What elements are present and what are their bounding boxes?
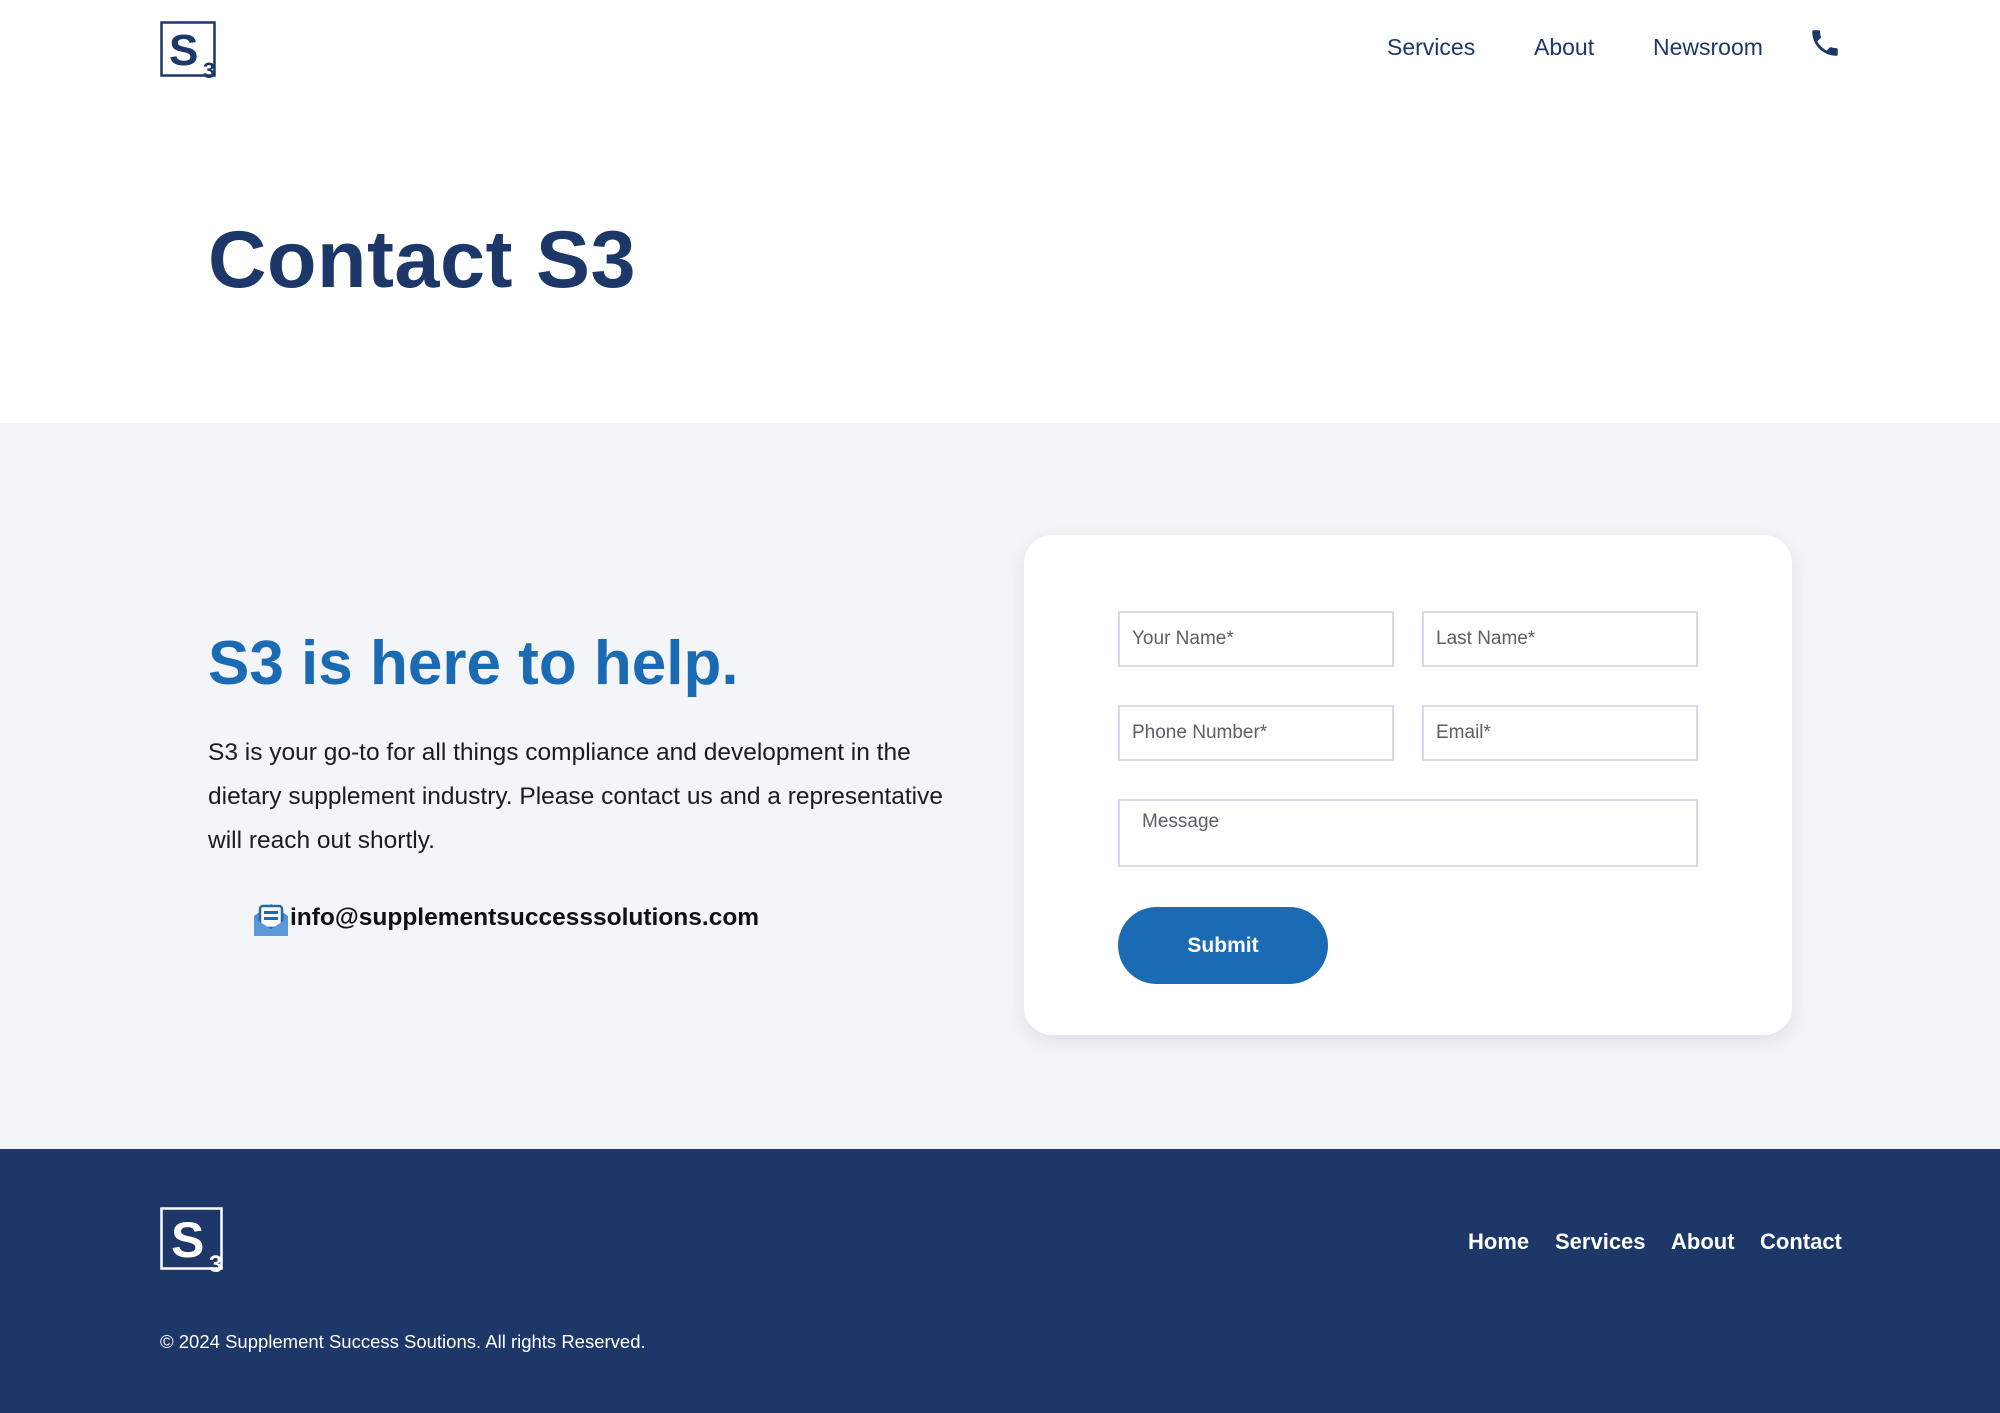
- message-textarea[interactable]: [1118, 799, 1698, 867]
- site-footer: S 3 Home Services About Contact © 2024 S…: [0, 1149, 2000, 1413]
- page-title: Contact S3: [208, 215, 637, 305]
- nav-newsroom[interactable]: Newsroom: [1653, 34, 1763, 61]
- help-heading: S3 is here to help.: [208, 629, 739, 698]
- footer-link-contact[interactable]: Contact: [1760, 1229, 1842, 1255]
- copyright-text: © 2024 Supplement Success Soutions. All …: [160, 1331, 646, 1352]
- svg-text:S: S: [171, 1212, 204, 1268]
- help-description: S3 is your go-to for all things complian…: [208, 739, 943, 854]
- email-link[interactable]: info@supplementsuccesssolutions.com: [290, 904, 759, 932]
- nav-services[interactable]: Services: [1387, 34, 1475, 61]
- first-name-input[interactable]: [1118, 611, 1394, 667]
- contact-section: S3 is here to help. S3 is your go-to for…: [0, 423, 2000, 1149]
- footer-link-about[interactable]: About: [1671, 1229, 1735, 1255]
- footer-link-home[interactable]: Home: [1468, 1229, 1529, 1255]
- svg-text:S: S: [169, 26, 198, 75]
- footer-s3-logo[interactable]: S 3: [160, 1207, 226, 1273]
- submit-button[interactable]: Submit: [1118, 907, 1328, 984]
- email-input[interactable]: [1422, 705, 1698, 761]
- footer-link-services[interactable]: Services: [1555, 1229, 1646, 1255]
- mail-icon: [254, 904, 288, 936]
- s3-logo[interactable]: S 3: [160, 21, 218, 79]
- phone-number-input[interactable]: [1118, 705, 1394, 761]
- last-name-input[interactable]: [1422, 611, 1698, 667]
- site-header: S 3 Services About Newsroom: [0, 0, 2000, 100]
- svg-text:3: 3: [209, 1251, 222, 1273]
- phone-icon[interactable]: [1808, 26, 1842, 60]
- nav-about[interactable]: About: [1534, 34, 1594, 61]
- svg-text:3: 3: [203, 58, 215, 79]
- contact-form-card: Submit: [1024, 535, 1792, 1035]
